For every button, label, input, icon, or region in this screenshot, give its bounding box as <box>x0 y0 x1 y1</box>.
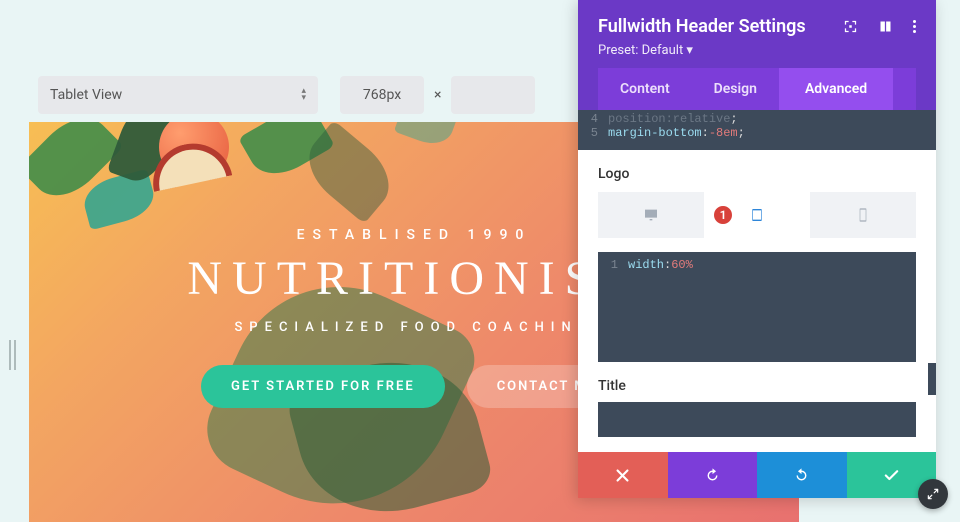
panel-title: Fullwidth Header Settings <box>598 16 806 37</box>
tablet-icon <box>749 207 765 223</box>
height-input[interactable] <box>451 76 535 114</box>
panel-footer <box>578 452 936 498</box>
close-icon <box>614 467 631 484</box>
panel-scroll[interactable]: 4 position:relative; 5 margin-bottom:-8e… <box>578 110 936 452</box>
code-editor-title[interactable] <box>598 402 916 437</box>
title-section-label: Title <box>578 362 936 402</box>
width-group: 768px × <box>340 76 535 114</box>
check-icon <box>883 467 900 484</box>
undo-icon <box>704 467 721 484</box>
phone-icon <box>855 207 871 223</box>
panel-body: 4 position:relative; 5 margin-bottom:-8e… <box>578 110 936 452</box>
tab-advanced[interactable]: Advanced <box>779 68 893 110</box>
width-input[interactable]: 768px <box>340 76 424 114</box>
device-tabs: 1 <box>598 192 916 238</box>
columns-icon[interactable] <box>878 19 893 34</box>
device-desktop-tab[interactable] <box>598 192 704 238</box>
chevron-updown-icon: ▴▾ <box>301 88 306 102</box>
annotation-badge: 1 <box>712 204 734 226</box>
close-button[interactable] <box>578 452 668 498</box>
device-tablet-tab[interactable]: 1 <box>704 192 810 238</box>
leaf-decor <box>394 122 459 150</box>
panel-header: Fullwidth Header Settings Preset: Defaul… <box>578 0 936 110</box>
more-menu-icon[interactable] <box>913 20 916 33</box>
settings-panel: Fullwidth Header Settings Preset: Defaul… <box>578 0 936 498</box>
view-select[interactable]: Tablet View ▴▾ <box>38 76 318 114</box>
redo-icon <box>793 467 810 484</box>
expand-button[interactable] <box>918 479 948 509</box>
code-editor-top[interactable]: 4 position:relative; 5 margin-bottom:-8e… <box>578 110 936 150</box>
get-started-button[interactable]: GET STARTED FOR FREE <box>201 365 445 408</box>
device-phone-tab[interactable] <box>810 192 916 238</box>
undo-button[interactable] <box>668 452 758 498</box>
preset-select[interactable]: Preset: Default ▾ <box>598 43 916 58</box>
hover-indicator[interactable] <box>928 363 936 395</box>
logo-section-label: Logo <box>578 150 936 192</box>
tab-content[interactable]: Content <box>598 68 692 110</box>
desktop-icon <box>643 207 659 223</box>
focus-icon[interactable] <box>843 19 858 34</box>
redo-button[interactable] <box>757 452 847 498</box>
times-icon: × <box>434 87 441 103</box>
view-select-label: Tablet View <box>50 87 122 103</box>
code-editor-logo[interactable]: 1 width:60% <box>598 252 916 362</box>
tab-design[interactable]: Design <box>692 68 779 110</box>
expand-icon <box>926 487 940 501</box>
resize-handle[interactable] <box>9 340 16 370</box>
